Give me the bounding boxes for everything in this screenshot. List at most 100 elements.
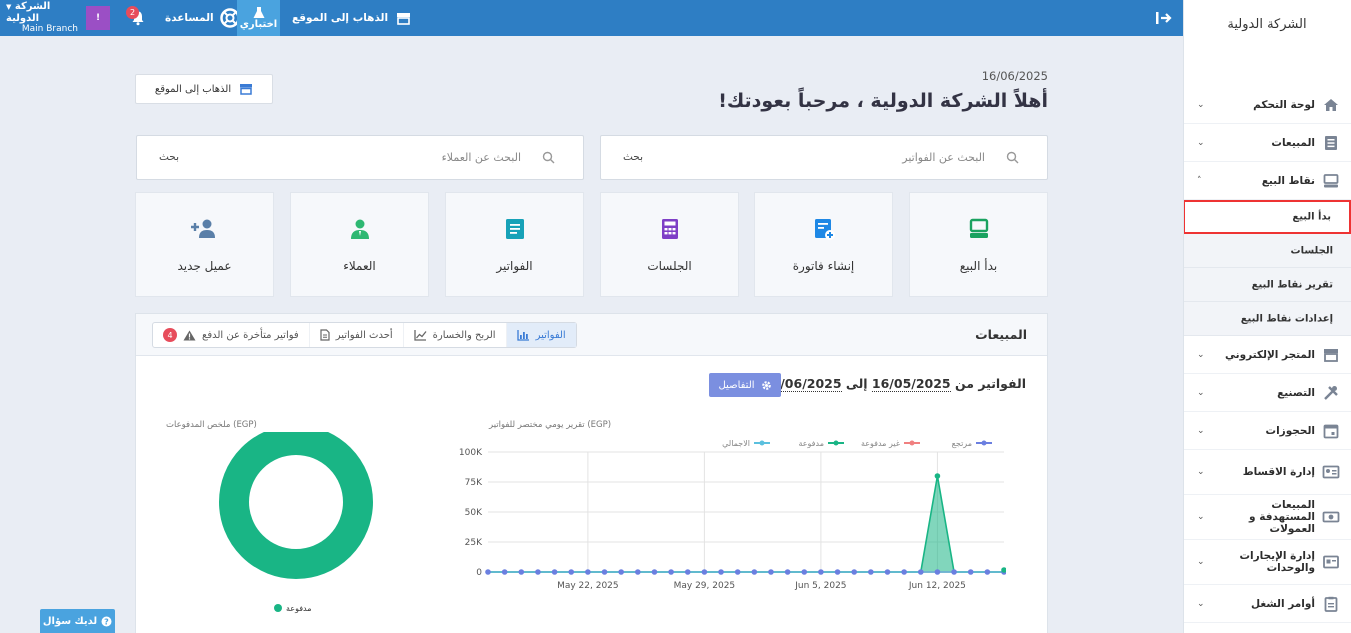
sidebar-item-bookings[interactable]: الحجوزات ⌄ [1184,412,1351,450]
caret-down-icon: ▼ [6,3,12,11]
sidebar-item-work-orders[interactable]: أوامر الشغل ⌄ [1184,585,1351,623]
data-point [834,569,841,575]
range-from-date[interactable]: 16/05/2025 [871,376,951,392]
data-point [984,569,991,575]
pie-chart-title: ملخص المدفوعات (EGP) [166,420,257,430]
legend-label: غير مدفوعة [861,439,900,448]
chevron-down-icon: ⌄ [1197,425,1205,436]
users-icon [350,219,369,239]
data-point [967,569,974,575]
invoice-search: بحث البحث عن الفواتير [600,135,1048,180]
data-point [618,569,624,575]
sidebar-item-rentals[interactable]: إدارة الإيجارات والوحدات ⌄ [1184,540,1351,585]
tab-profit-loss[interactable]: الربح والخسارة [402,323,506,347]
card-sessions[interactable]: الجلسات [600,192,739,297]
sidebar-item-label: نقاط البيع [1261,174,1315,187]
store-icon [1324,348,1338,362]
rent-icon [1323,555,1339,569]
sidebar-item-dashboard[interactable]: لوحة التحكم ⌄ [1184,86,1351,124]
sidebar-subitem-sessions[interactable]: الجلسات [1184,234,1351,268]
welcome-heading: أهلاً الشركة الدولية ، مرحباً بعودتك! [718,90,1048,112]
flask-icon [253,7,264,18]
try-label: اختباري [239,19,278,30]
sales-panel-header: المبيعات الفواتير الربح والخسارة أحدث ال… [136,314,1047,356]
try-tab[interactable]: اختباري [237,0,280,36]
data-point [951,569,957,575]
pie-slice [219,432,373,579]
legend-marker [759,440,765,446]
pie-legend-label: مدفوعة [286,604,312,613]
clipboard-icon [1324,596,1338,612]
chevron-up-icon: ˄ [1197,175,1202,186]
installments-icon [1322,465,1340,479]
sidebar-item-sales[interactable]: المبيعات ⌄ [1184,124,1351,162]
help-link[interactable]: المساعدة [165,0,240,36]
branch-name: Main Branch [21,24,78,34]
x-tick-label: May 29, 2025 [674,581,736,591]
data-point [684,569,691,575]
invoice-date-range: الفواتير من 16/05/2025 إلى 16/06/2025 [762,376,1026,392]
goto-site-link[interactable]: الذهاب إلى الموقع [292,0,411,36]
sidebar-item-label: المتجر الإلكتروني [1225,348,1315,361]
user-avatar[interactable]: ! [86,6,110,30]
line-chart-title: تقرير يومي مختصر للفواتير (EGP) [489,420,612,430]
sidebar-item-online-store[interactable]: المتجر الإلكتروني ⌄ [1184,336,1351,374]
client-search-button[interactable]: بحث [159,151,179,163]
data-point [934,569,941,575]
help-question-label: لديك سؤال [42,615,98,627]
sales-panel-title: المبيعات [975,327,1027,342]
card-start-selling[interactable]: بدأ البيع [909,192,1048,297]
data-point-peak [934,473,941,479]
details-label: التفاصيل [718,379,755,391]
sidebar-item-pos[interactable]: نقاط البيع ˄ [1184,162,1351,200]
card-create-invoice[interactable]: إنشاء فاتورة [754,192,893,297]
current-date: 16/06/2025 [981,69,1048,83]
pos-terminal-icon [969,218,988,238]
tab-label: الفواتير [535,329,566,341]
data-point [585,569,591,575]
goto-site-button[interactable]: الذهاب إلى الموقع [135,74,273,104]
sidebar-item-targeted-sales[interactable]: المبيعات المستهدفة و العمولات ⌄ [1184,495,1351,540]
data-point [901,569,907,575]
sidebar-subitem-start-selling[interactable]: بدأ البيع [1184,200,1351,234]
x-tick-label: May 22, 2025 [557,581,619,591]
company-switcher[interactable]: ▼ الشركة الدولية Main Branch [6,0,78,36]
range-to-word: إلى [845,376,868,391]
topbar: ▼ الشركة الدولية Main Branch ! 2 المساعد… [0,0,1183,36]
sidebar-subitem-pos-settings[interactable]: إعدادات نقاط البيع [1184,302,1351,336]
sidebar-subitem-label: تقرير نقاط البيع [1251,279,1333,290]
svg-text:?: ? [104,617,109,626]
data-point [884,569,891,575]
help-question-button[interactable]: لديك سؤال ? [40,609,115,633]
invoice-search-button[interactable]: بحث [623,151,643,163]
tab-latest-invoices[interactable]: أحدث الفواتير [308,323,403,347]
card-invoices[interactable]: الفواتير [445,192,584,297]
sidebar-item-installments[interactable]: إدارة الاقساط ⌄ [1184,450,1351,495]
tab-invoices[interactable]: الفواتير [505,323,576,347]
details-button[interactable]: التفاصيل [709,373,781,397]
sidebar-item-label: الحجوزات [1265,424,1315,437]
y-tick-label: 50K [465,508,483,518]
sidebar-subitem-pos-report[interactable]: تقرير نقاط البيع [1184,268,1351,302]
sidebar-item-label: إدارة الاقساط [1242,466,1315,478]
data-point [768,569,774,575]
legend-marker [981,440,987,446]
warning-icon [183,330,196,340]
tab-label: الربح والخسارة [432,329,496,341]
sidebar-toggle-button[interactable] [1156,0,1174,36]
card-new-client[interactable]: عميل جديد [135,192,274,297]
card-clients[interactable]: العملاء [290,192,429,297]
line-chart-icon [414,329,427,341]
list-icon [1325,135,1337,150]
tab-label: أحدث الفواتير [335,329,393,341]
sidebar-item-label: إدارة الإيجارات والوحدات [1239,550,1315,574]
sidebar-item-manufacturing[interactable]: التصنيع ⌄ [1184,374,1351,412]
card-label: الجلسات [647,258,692,273]
pie-legend-marker [274,604,282,612]
data-point [518,569,525,575]
invoice-search-input[interactable]: البحث عن الفواتير [902,151,985,164]
sidebar-item-label: التصنيع [1277,386,1315,399]
tab-overdue-invoices[interactable]: فواتير متأخرة عن الدفع 4 [153,323,309,347]
client-search-input[interactable]: البحث عن العملاء [442,151,521,164]
home-icon [1324,98,1338,111]
